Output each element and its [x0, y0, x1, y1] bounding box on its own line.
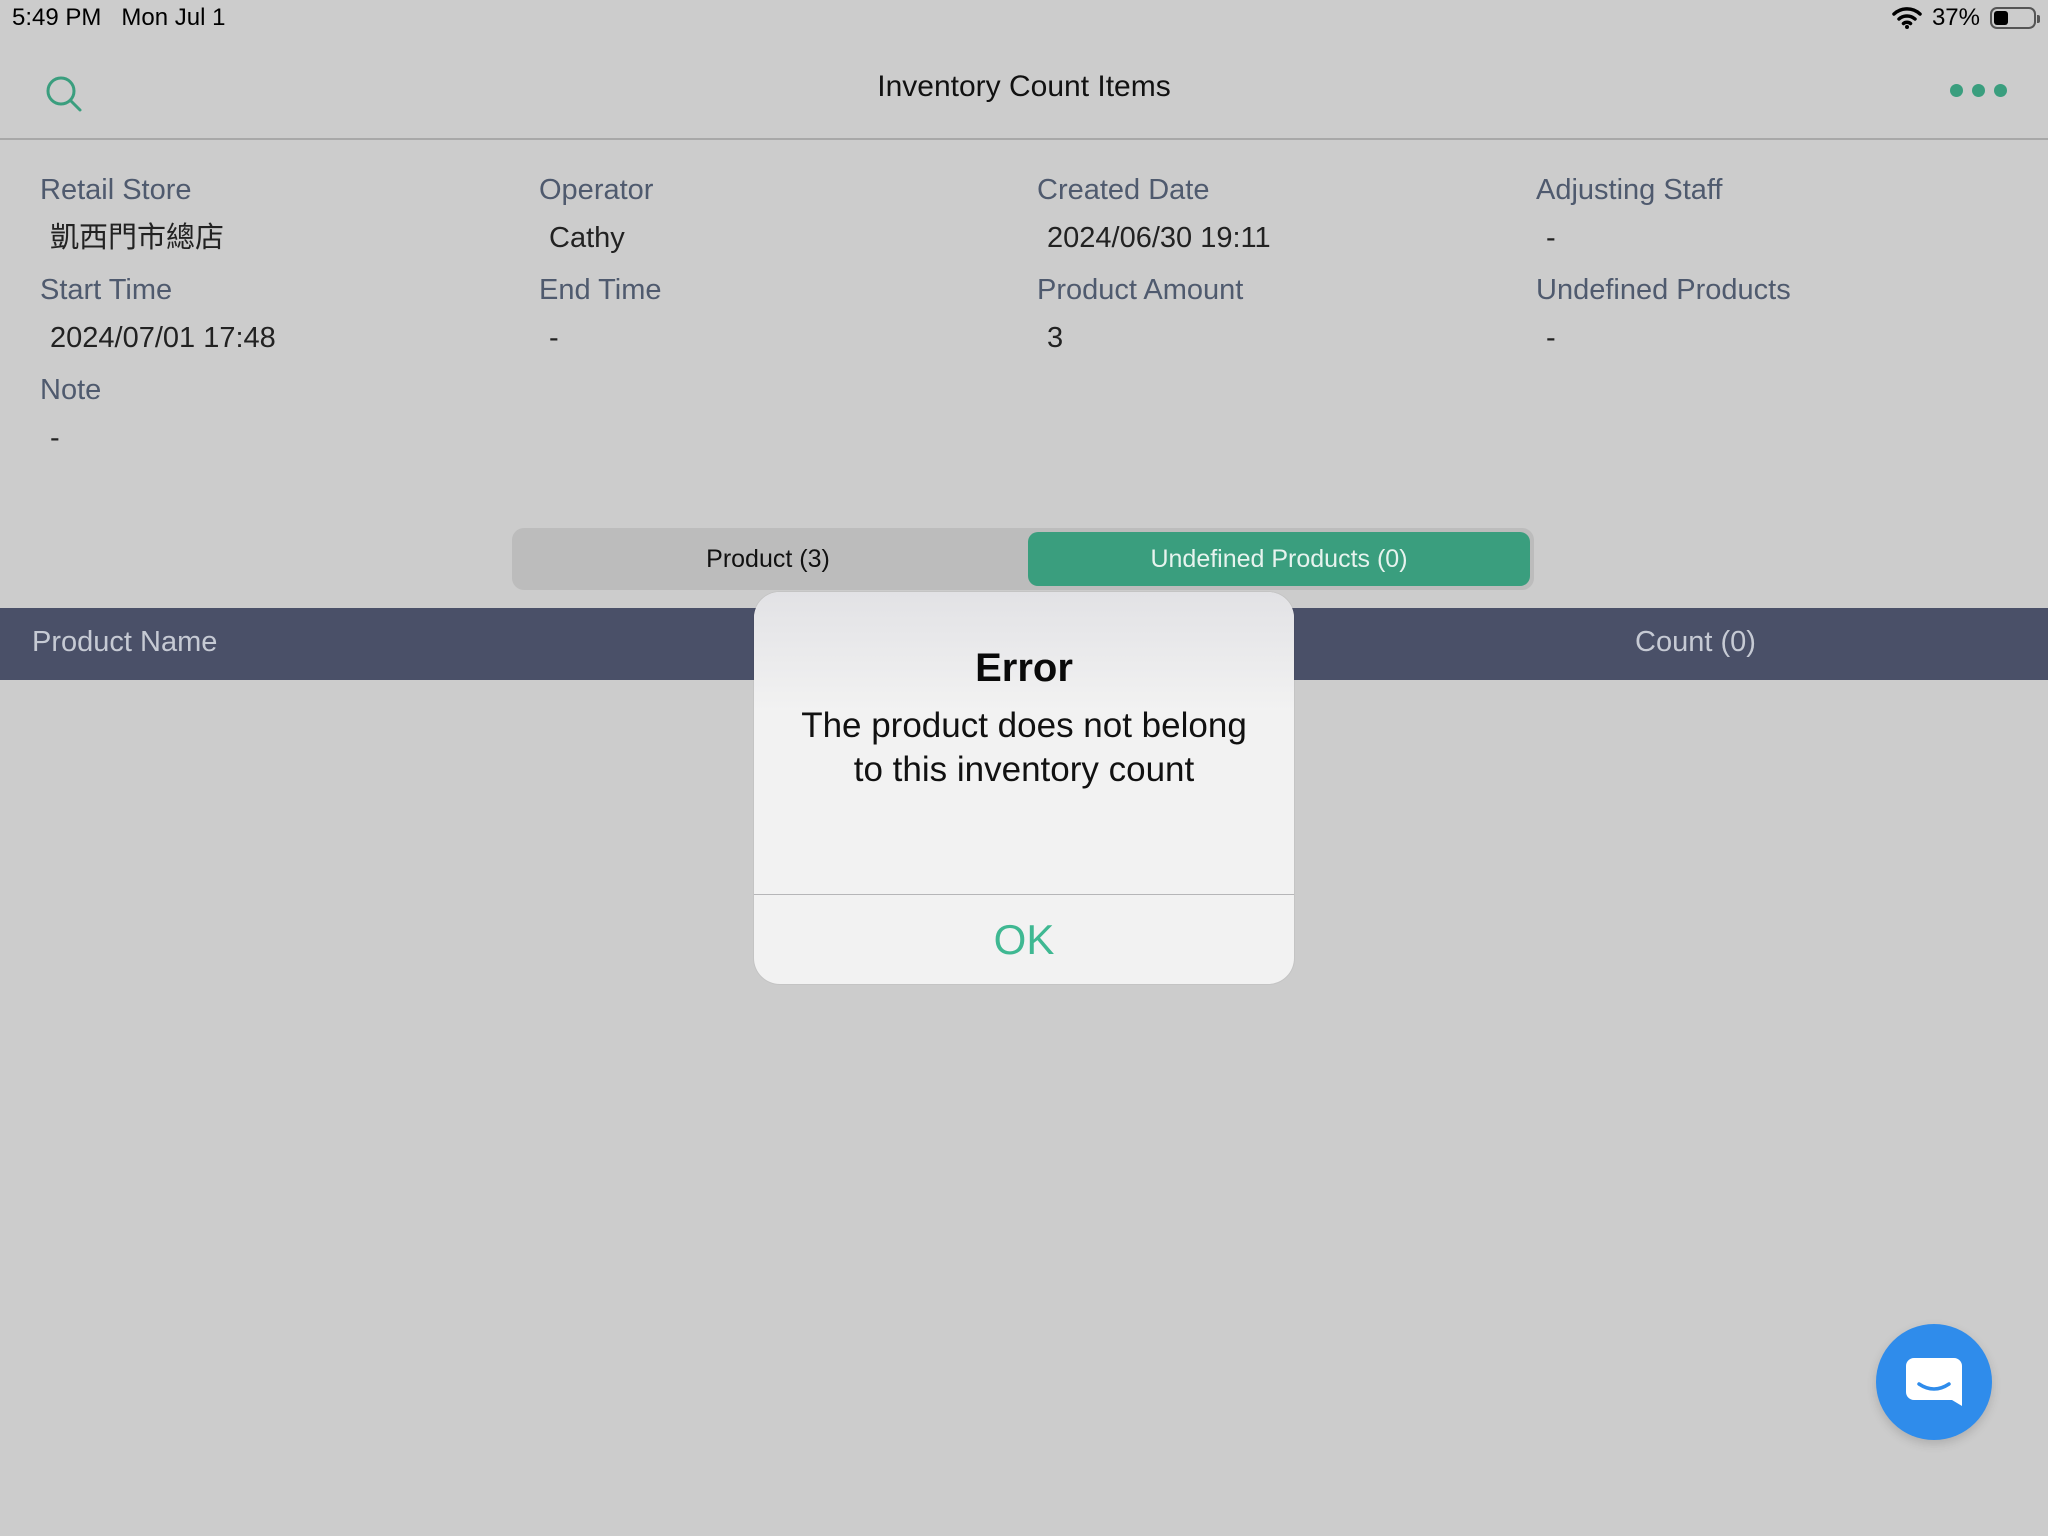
info-retail-store: Retail Store 凱西門市總店: [40, 170, 520, 258]
info-value: 2024/06/30 19:11: [1047, 222, 1271, 254]
info-value: 2024/07/01 17:48: [50, 322, 276, 354]
tab-undefined-products[interactable]: Undefined Products (0): [1028, 532, 1530, 586]
chat-icon: [1906, 1358, 1962, 1406]
battery-icon: [1990, 7, 2040, 29]
info-label: Product Amount: [1037, 274, 1244, 306]
chat-button[interactable]: [1876, 1324, 1992, 1440]
error-alert-dialog: Error The product does not belong to thi…: [754, 592, 1294, 984]
info-product-amount: Product Amount 3: [1037, 270, 1517, 358]
info-value: 3: [1047, 322, 1064, 354]
info-label: Retail Store: [40, 174, 192, 206]
alert-title: Error: [975, 646, 1073, 690]
info-label: Operator: [539, 174, 654, 206]
battery-percent: 37%: [1931, 4, 1980, 31]
wifi-icon: [1892, 7, 1922, 29]
status-time: 5:49 PM: [12, 4, 102, 31]
info-value: Cathy: [549, 222, 625, 254]
info-adjusting-staff: Adjusting Staff -: [1536, 170, 2016, 258]
info-created-date: Created Date 2024/06/30 19:11: [1037, 170, 1517, 258]
column-header-product-name[interactable]: Product Name: [32, 626, 217, 659]
page-title: Inventory Count Items: [877, 70, 1171, 103]
info-label: End Time: [539, 274, 662, 306]
status-date: Mon Jul 1: [121, 4, 226, 31]
info-value: -: [1546, 222, 1556, 254]
info-value: -: [50, 422, 60, 454]
ok-button[interactable]: OK: [754, 895, 1294, 984]
info-operator: Operator Cathy: [539, 170, 1019, 258]
info-end-time: End Time -: [539, 270, 1019, 358]
info-undefined-products: Undefined Products -: [1536, 270, 2016, 358]
battery-fill: [1994, 11, 2008, 25]
more-icon: [1950, 83, 1963, 97]
info-value: 凱西門市總店: [50, 222, 225, 254]
tab-product[interactable]: Product (3): [516, 532, 1020, 586]
info-label: Start Time: [40, 274, 173, 306]
more-icon-dot: [1994, 83, 2007, 97]
more-icon-dot: [1972, 83, 1985, 97]
status-time-date: 5:49 PM Mon Jul 1: [12, 4, 225, 32]
info-label: Undefined Products: [1536, 274, 1791, 306]
more-button[interactable]: [1950, 78, 2010, 102]
info-start-time: Start Time 2024/07/01 17:48: [40, 270, 520, 358]
info-label: Note: [40, 374, 102, 406]
info-value: -: [1546, 322, 1556, 354]
status-right: 37%: [1892, 4, 2040, 32]
info-note: Note -: [40, 370, 520, 458]
column-header-count[interactable]: Count (0): [1635, 626, 1756, 659]
product-segmented-control: Product (3) Undefined Products (0): [512, 528, 1534, 590]
status-bar: 5:49 PM Mon Jul 1 37%: [0, 0, 2048, 40]
navigation-bar: Inventory Count Items: [0, 40, 2048, 140]
info-label: Adjusting Staff: [1536, 174, 1723, 206]
info-label: Created Date: [1037, 174, 1210, 206]
alert-message: The product does not belong to this inve…: [801, 706, 1247, 789]
info-value: -: [549, 322, 559, 354]
